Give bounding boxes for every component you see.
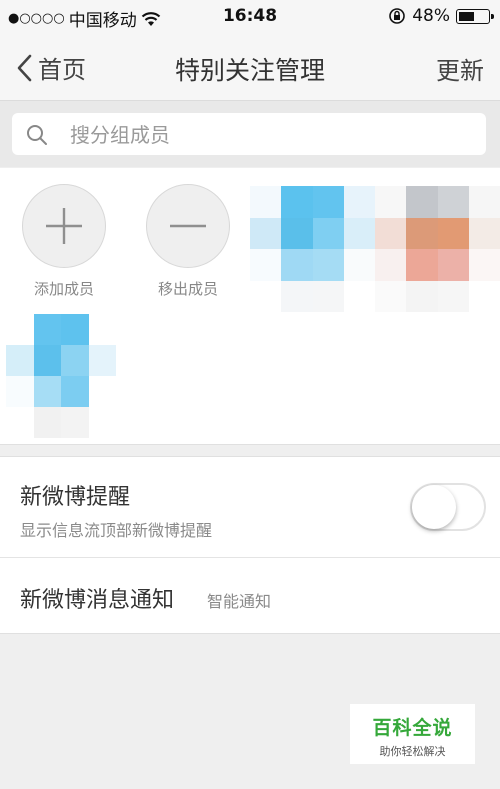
notify-subtitle: 显示信息流顶部新微博提醒: [20, 521, 213, 540]
message-notification-row[interactable]: 新微博消息通知 智能通知: [0, 558, 500, 633]
notify-row: 新微博提醒 显示信息流顶部新微博提醒: [0, 457, 500, 558]
search-area: [0, 101, 500, 167]
remove-member-label: 移出成员: [157, 280, 218, 298]
page-title: 特别关注管理: [174, 56, 325, 85]
notify-title: 新微博提醒: [20, 485, 131, 510]
search-box[interactable]: [12, 113, 486, 157]
toggle-knob: [412, 485, 456, 529]
settings-section: 新微博提醒 显示信息流顶部新微博提醒 新微博消息通知 智能通知: [0, 456, 500, 634]
search-icon: [27, 125, 47, 145]
message-value: 智能通知: [207, 592, 272, 611]
battery-percent: 48%: [412, 6, 450, 26]
watermark-logo: 百科全说 助你轻松解决: [350, 704, 475, 764]
member-grid: 添加成员 移出成员: [0, 168, 500, 445]
member-avatar-blurred[interactable]: [250, 186, 500, 312]
watermark-subtitle: 助你轻松解决: [379, 745, 446, 758]
watermark-title: 百科全说: [372, 717, 453, 739]
rotation-lock-icon: [389, 8, 406, 24]
plus-icon: [46, 208, 82, 244]
nav-bar: 首页 特别关注管理 更新: [0, 34, 500, 101]
add-member-label: 添加成员: [33, 280, 94, 298]
add-member-circle: [22, 184, 106, 268]
notify-toggle[interactable]: [410, 483, 486, 531]
update-button[interactable]: 更新: [436, 51, 484, 86]
status-bar: ●○○○○ 中国移动 16:48 48%: [0, 0, 500, 34]
search-input[interactable]: [68, 113, 472, 157]
minus-icon: [170, 224, 206, 228]
member-avatar-blurred-2[interactable]: [6, 314, 116, 438]
battery-icon: [456, 8, 494, 24]
add-member-button[interactable]: 添加成员: [14, 184, 114, 299]
status-right: 48%: [388, 6, 494, 26]
message-title: 新微博消息通知: [20, 588, 175, 613]
remove-member-button[interactable]: 移出成员: [138, 184, 238, 299]
remove-member-circle: [146, 184, 230, 268]
